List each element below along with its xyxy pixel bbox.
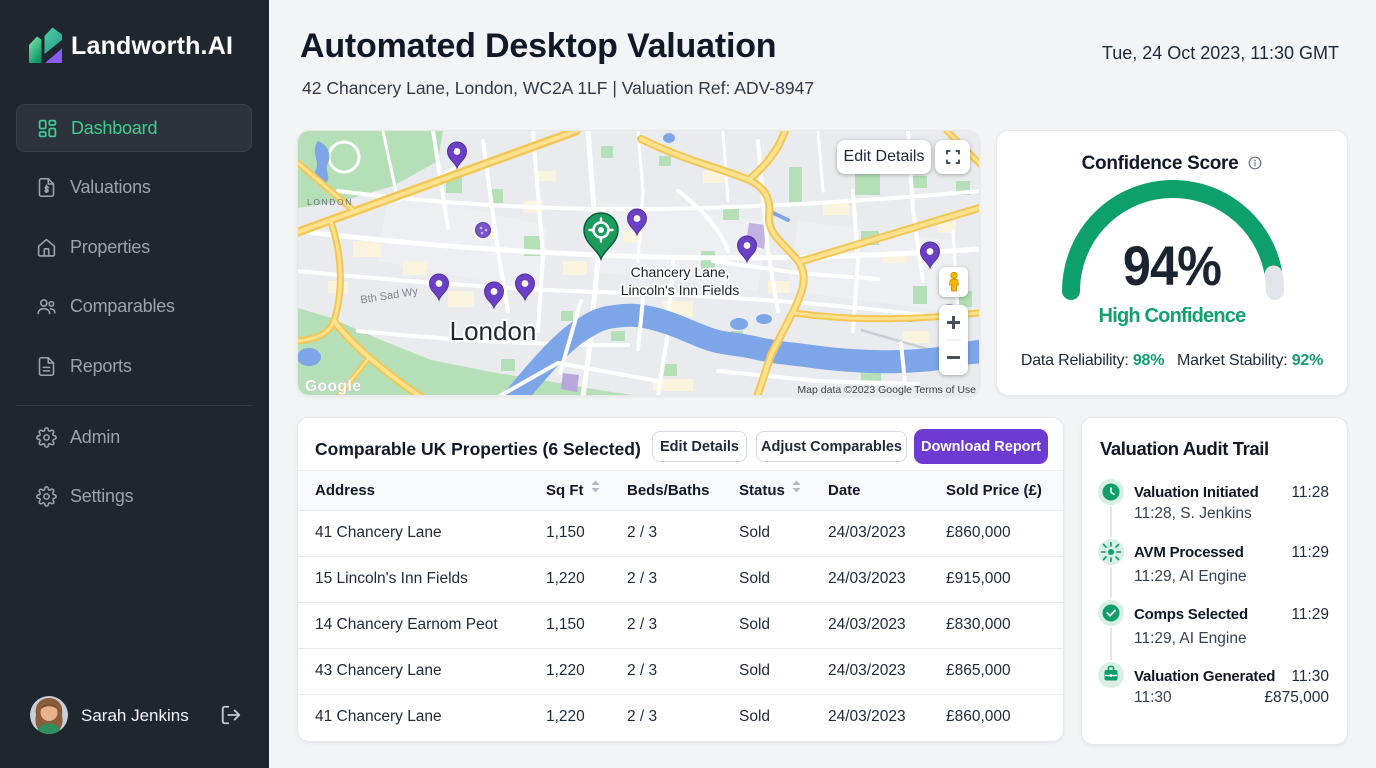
svg-text:Terms of Use: Terms of Use <box>914 384 976 396</box>
svg-text:LONDON: LONDON <box>307 197 353 207</box>
svg-text:Lincoln's Inn Fields: Lincoln's Inn Fields <box>621 282 740 298</box>
svg-text:Chancery Lane,: Chancery Lane, <box>631 264 730 280</box>
svg-text:Google: Google <box>305 378 361 395</box>
svg-text:Map data ©2023 Google: Map data ©2023 Google <box>797 384 912 396</box>
svg-text:London: London <box>450 316 537 346</box>
